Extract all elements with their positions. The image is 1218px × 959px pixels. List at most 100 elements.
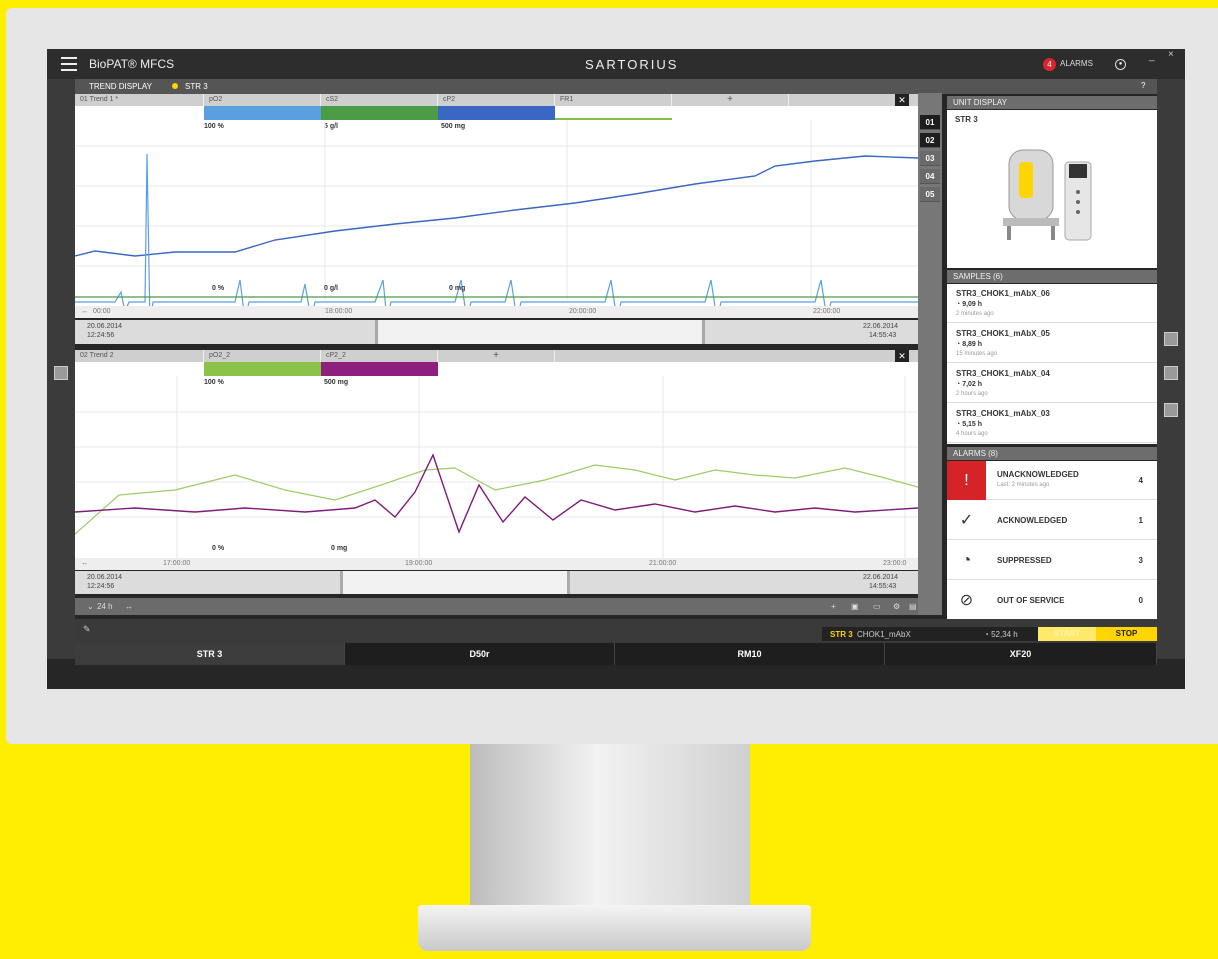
time-label: 21:00:00 [649, 560, 677, 567]
trend-view-icon[interactable] [1164, 403, 1178, 417]
timespan-select[interactable]: 24 h [97, 602, 113, 611]
sample-name: STR3_CHOK1_mAbX_03 [956, 409, 1050, 418]
cp2-min: 0 mg [449, 285, 466, 292]
alarm-count: 4 [1138, 476, 1143, 485]
sample-item[interactable]: STR3_CHOK1_mAbX_05 ◔ 8,89 h 15 minutes a… [947, 324, 1157, 363]
trend1-range-navigator[interactable]: 20.06.2014 12:24:56 22.06.2014 14:55:43 [75, 320, 918, 344]
trend-page-03[interactable]: 03 [920, 151, 940, 166]
sample-name: STR3_CHOK1_mAbX_05 [956, 329, 1050, 338]
tab-cs2[interactable]: cS2 [321, 94, 438, 106]
sample-item[interactable]: STR3_CHOK1_mAbX_03 ◔ 5,15 h 4 hours ago [947, 404, 1157, 443]
panel-toggle-icon[interactable] [1164, 332, 1178, 346]
alert-icon: ! [947, 461, 986, 500]
timespan-dropdown-icon[interactable]: ⌄ [87, 602, 94, 611]
edit-icon[interactable]: ✎ [83, 624, 91, 635]
range-end-date: 22.06.2014 [863, 323, 899, 330]
sample-age: 4 hours ago [956, 431, 988, 437]
trend-page-05[interactable]: 05 [920, 187, 940, 202]
po2-min: 0 % [212, 285, 225, 292]
pan-arrows-icon[interactable]: ↔ [81, 308, 88, 315]
unit-tabs: STR 3 D50r RM10 XF20 [75, 643, 1157, 665]
close-trend1-button[interactable]: ✕ [895, 94, 909, 106]
pan-arrows-icon[interactable]: ↔ [81, 560, 88, 567]
sample-age: 2 hours ago [956, 391, 988, 397]
tab-cp2[interactable]: cP2 [438, 94, 555, 106]
alarm-sub: Last: 2 minutes ago [997, 482, 1050, 488]
range-start-time: 12:24:56 [87, 332, 115, 339]
trend-unit-name: STR 3 [185, 82, 208, 91]
tab-fr1[interactable]: FR1 [555, 94, 672, 106]
alarm-row-out-of-service[interactable]: ⊘ OUT OF SERVICE 0 [947, 581, 1157, 620]
title-bar: BioPAT® MFCS SARTORIUS 4 ALARMS ● _ × [47, 49, 1185, 79]
window-icon[interactable]: ▭ [873, 602, 881, 611]
trend1-chart [75, 120, 918, 306]
time-label: 17:00:00 [163, 560, 191, 567]
run-unit: STR 3 [830, 630, 853, 639]
trend2-plot[interactable]: 100 % 500 mg 0 % 0 mg [75, 362, 918, 558]
trend-page-selector: 01 02 03 04 05 [918, 93, 942, 615]
alarm-row-acknowledged[interactable]: ✓ ACKNOWLEDGED 1 [947, 501, 1157, 540]
sample-age: 15 minutes ago [956, 351, 998, 357]
trend2-name[interactable]: 02 Trend 2 [75, 350, 204, 362]
trend2-time-axis: ↔ 17:00:00 19:00:00 21:00:00 23:00:0 [75, 558, 918, 570]
unit-status-dot [172, 83, 178, 89]
alarm-row-suppressed[interactable]: ◔ SUPPRESSED 3 [947, 541, 1157, 580]
alarms-header: ALARMS (8) [947, 447, 1157, 460]
alarms-link[interactable]: ALARMS [1060, 59, 1093, 68]
trend-page-01[interactable]: 01 [920, 115, 940, 130]
right-rail [1157, 79, 1185, 659]
unit-tab-xf20[interactable]: XF20 [885, 643, 1157, 665]
tab-cp2-2[interactable]: cP2_2 [321, 350, 438, 362]
tab-po2[interactable]: pO2 [204, 94, 321, 106]
time-label: 00:00 [93, 308, 111, 315]
unit-tab-rm10[interactable]: RM10 [615, 643, 885, 665]
add-signal-button[interactable]: + [438, 350, 555, 362]
stop-button[interactable]: STOP [1096, 627, 1157, 641]
trend-page-02[interactable]: 02 [920, 133, 940, 148]
settings-icon[interactable]: ⚙ [893, 602, 900, 611]
alarm-row-unacknowledged[interactable]: ! UNACKNOWLEDGED Last: 2 minutes ago 4 [947, 461, 1157, 500]
add-signal-button[interactable]: + [672, 94, 789, 106]
run-process: CHOK1_mAbX [857, 630, 911, 639]
sample-name: STR3_CHOK1_mAbX_04 [956, 369, 1050, 378]
trend1-plot[interactable]: 100 % 5 g/l 500 mg 0 % 0 g/l 0 mg [75, 106, 918, 306]
process-run-bar: STR 3 CHOK1_mAbX ◔ 52,34 h START STOP [822, 627, 1157, 641]
save-icon[interactable]: ▣ [851, 602, 859, 611]
close-window-button[interactable]: × [1168, 49, 1174, 60]
trend2-range-navigator[interactable]: 20.06.2014 12:24:56 22.06.2014 14:55:43 [75, 571, 918, 594]
sample-hours-value: 8,89 h [962, 341, 983, 348]
po2-2-series-line [75, 464, 918, 535]
start-button[interactable]: START [1038, 627, 1096, 641]
trend-toolbar: ⌄ 24 h ↔ + ▣ ▭ ⚙ ▤ [75, 598, 918, 615]
range-selection-handle[interactable] [375, 320, 705, 344]
close-trend2-button[interactable]: ✕ [895, 350, 909, 362]
trend1-name[interactable]: 01 Trend 1 * [75, 94, 204, 106]
unit-tab-d50r[interactable]: D50r [345, 643, 615, 665]
sample-item[interactable]: STR3_CHOK1_mAbX_06 ◔ 9,09 h 2 minutes ag… [947, 284, 1157, 323]
sample-item[interactable]: STR3_CHOK1_mAbX_04 ◔ 7,02 h 2 hours ago [947, 364, 1157, 403]
hamburger-menu-icon[interactable] [61, 57, 77, 71]
run-elapsed: ◔ 52,34 h [984, 630, 1018, 639]
alarm-label: OUT OF SERVICE [997, 596, 1065, 605]
minimize-button[interactable]: _ [1149, 51, 1155, 62]
unit-display-name: STR 3 [955, 115, 978, 124]
cp2-series-line [75, 155, 918, 257]
alarm-count-badge[interactable]: 4 [1043, 58, 1056, 71]
alarm-count: 0 [1138, 596, 1143, 605]
no-entry-icon: ⊘ [959, 592, 974, 609]
add-trend-icon[interactable]: + [831, 602, 836, 611]
help-button[interactable]: ? [1141, 81, 1145, 90]
cp2-2-min: 0 mg [331, 545, 348, 552]
collapse-panel-icon[interactable] [54, 366, 68, 380]
tab-po2-2[interactable]: pO2_2 [204, 350, 321, 362]
checkmark-icon: ✓ [959, 512, 974, 529]
unit-display-panel: STR 3 [947, 110, 1157, 268]
print-icon[interactable]: ▤ [909, 602, 917, 611]
user-icon[interactable]: ● [1115, 59, 1126, 70]
range-end-time: 14:55:43 [869, 332, 897, 339]
unit-tab-str3[interactable]: STR 3 [75, 643, 345, 665]
pan-arrows-icon[interactable]: ↔ [125, 602, 133, 611]
trend-page-04[interactable]: 04 [920, 169, 940, 184]
chart-settings-icon[interactable] [1164, 366, 1178, 380]
range-selection-handle[interactable] [340, 571, 570, 594]
